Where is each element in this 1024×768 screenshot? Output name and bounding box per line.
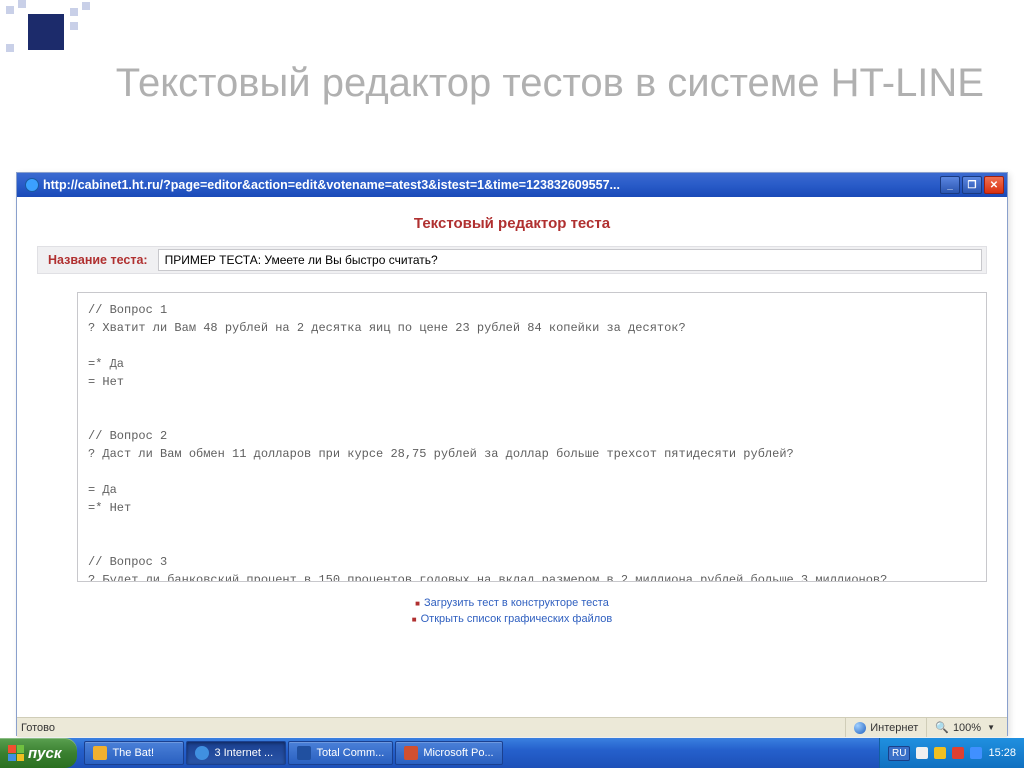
- browser-statusbar: Готово Интернет 🔍100%▼: [17, 717, 1007, 737]
- editor-links: ■Загрузить тест в конструкторе теста ■От…: [17, 595, 1007, 627]
- slide-decoration: [0, 0, 180, 60]
- globe-icon: [854, 722, 866, 734]
- tray-icon-1[interactable]: [916, 747, 928, 759]
- taskbar-item-totalcmd[interactable]: Total Comm...: [288, 741, 393, 765]
- page-header: Текстовый редактор теста: [17, 215, 1007, 232]
- tray-icon-2[interactable]: [934, 747, 946, 759]
- start-label: пуск: [28, 745, 61, 762]
- load-in-constructor-link[interactable]: Загрузить тест в конструкторе теста: [424, 597, 609, 609]
- browser-titlebar[interactable]: http://cabinet1.ht.ru/?page=editor&actio…: [17, 173, 1007, 197]
- taskbar-item-thebat[interactable]: The Bat!: [84, 741, 184, 765]
- ie-icon: [25, 178, 39, 192]
- tray-clock[interactable]: 15:28: [988, 747, 1016, 759]
- system-tray: RU 15:28: [879, 738, 1024, 768]
- window-maximize-button[interactable]: ❐: [962, 176, 982, 194]
- language-indicator[interactable]: RU: [888, 746, 910, 761]
- status-ready-text: Готово: [21, 722, 55, 734]
- status-zone: Интернет: [845, 718, 926, 737]
- totalcmd-icon: [297, 746, 311, 760]
- powerpoint-icon: [404, 746, 418, 760]
- window-minimize-button[interactable]: _: [940, 176, 960, 194]
- browser-window: http://cabinet1.ht.ru/?page=editor&actio…: [16, 172, 1008, 736]
- tray-icon-kaspersky[interactable]: [952, 747, 964, 759]
- slide-title: Текстовый редактор тестов в системе HT-L…: [0, 60, 1004, 106]
- start-button[interactable]: пуск: [0, 738, 77, 768]
- taskbar-item-powerpoint[interactable]: Microsoft Po...: [395, 741, 502, 765]
- thebat-icon: [93, 746, 107, 760]
- taskbar-item-ie[interactable]: 3 Internet ...: [186, 741, 286, 765]
- test-editor-textarea[interactable]: [77, 292, 987, 582]
- window-close-button[interactable]: ✕: [984, 176, 1004, 194]
- status-zoom[interactable]: 🔍100%▼: [926, 718, 1003, 737]
- browser-body: Текстовый редактор теста Название теста:…: [17, 197, 1007, 717]
- windows-taskbar: пуск The Bat! 3 Internet ... Total Comm.…: [0, 738, 1024, 768]
- tray-icon-bluetooth[interactable]: [970, 747, 982, 759]
- test-name-row: Название теста:: [37, 246, 987, 274]
- test-name-input[interactable]: [158, 249, 982, 271]
- browser-url: http://cabinet1.ht.ru/?page=editor&actio…: [43, 178, 620, 192]
- test-name-label: Название теста:: [38, 253, 158, 267]
- windows-logo-icon: [8, 745, 24, 761]
- ie-taskbar-icon: [195, 746, 209, 760]
- open-graphics-list-link[interactable]: Открыть список графических файлов: [421, 613, 613, 625]
